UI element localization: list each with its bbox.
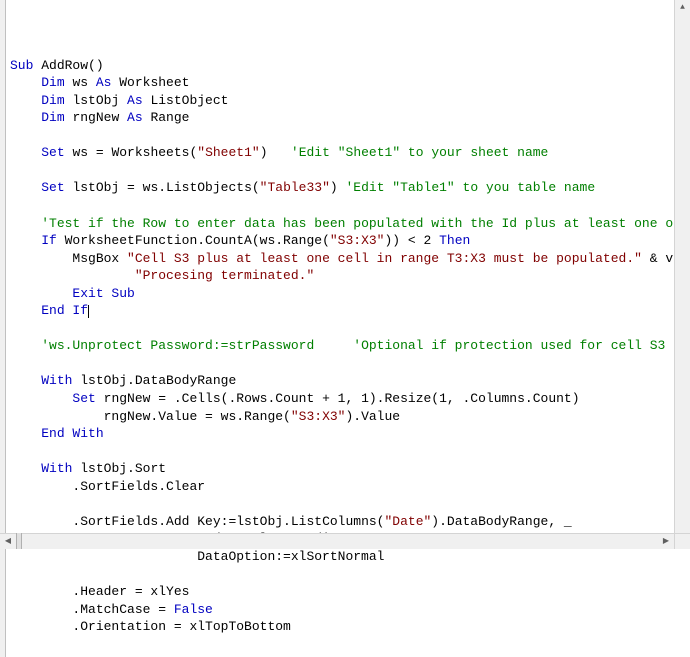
token-id: lstObj = ws.ListObjects( bbox=[72, 180, 259, 195]
token-kw: Sub bbox=[10, 58, 41, 73]
code-line[interactable]: With lstObj.DataBodyRange bbox=[10, 372, 688, 390]
code-line[interactable]: .Orientation = xlTopToBottom bbox=[10, 618, 688, 636]
code-line[interactable]: End With bbox=[10, 425, 688, 443]
token-kw: As bbox=[96, 75, 119, 90]
token-kw: Dim bbox=[41, 93, 72, 108]
code-line[interactable]: Dim rngNew As Range bbox=[10, 109, 688, 127]
token-kw: If bbox=[41, 233, 64, 248]
code-line[interactable]: .SortFields.Add Key:=lstObj.ListColumns(… bbox=[10, 513, 688, 531]
token-str: "S3:X3" bbox=[291, 409, 346, 424]
code-line[interactable]: Dim lstObj As ListObject bbox=[10, 92, 688, 110]
token-cmt: 'Test if the Row to enter data has been … bbox=[41, 216, 673, 231]
token-id: WorksheetFunction.CountA(ws.Range( bbox=[65, 233, 330, 248]
token-id: ) bbox=[330, 180, 346, 195]
scroll-left-icon[interactable]: ◀ bbox=[0, 534, 16, 550]
token-str: "Table33" bbox=[260, 180, 330, 195]
token-cmt: 'Edit "Sheet1" to your sheet name bbox=[291, 145, 548, 160]
vertical-scrollbar[interactable]: ▲ bbox=[674, 0, 690, 533]
token-id: rngNew bbox=[72, 110, 127, 125]
token-kw: End If bbox=[41, 303, 88, 318]
token-kw: Set bbox=[72, 391, 103, 406]
token-kw: End With bbox=[41, 426, 103, 441]
token-str: "Procesing terminated." bbox=[135, 268, 314, 283]
editor-left-margin bbox=[0, 0, 6, 657]
code-line[interactable]: Exit Sub bbox=[10, 285, 688, 303]
token-id: .Header = xlYes bbox=[72, 584, 189, 599]
code-line[interactable]: Dim ws As Worksheet bbox=[10, 74, 688, 92]
code-line[interactable]: .SortFields.Clear bbox=[10, 478, 688, 496]
token-kw: With bbox=[41, 373, 80, 388]
text-caret bbox=[88, 305, 89, 318]
code-line[interactable]: 'ws.Unprotect Password:=strPassword 'Opt… bbox=[10, 337, 688, 355]
code-line[interactable] bbox=[10, 320, 688, 338]
token-id: & v bbox=[642, 251, 673, 266]
code-line[interactable]: If WorksheetFunction.CountA(ws.Range("S3… bbox=[10, 232, 688, 250]
code-line[interactable]: DataOption:=xlSortNormal bbox=[10, 548, 688, 566]
code-line[interactable]: "Procesing terminated." bbox=[10, 267, 688, 285]
code-line[interactable]: 'Test if the Row to enter data has been … bbox=[10, 215, 688, 233]
token-kw: With bbox=[41, 461, 80, 476]
code-line[interactable]: Set ws = Worksheets("Sheet1") 'Edit "She… bbox=[10, 144, 688, 162]
token-id: ws bbox=[72, 75, 95, 90]
token-id: rngNew = .Cells(.Rows.Count + 1, 1).Resi… bbox=[104, 391, 580, 406]
token-id: lstObj bbox=[72, 93, 127, 108]
code-line[interactable]: Set rngNew = .Cells(.Rows.Count + 1, 1).… bbox=[10, 390, 688, 408]
token-id: Worksheet bbox=[119, 75, 189, 90]
code-line[interactable]: With lstObj.Sort bbox=[10, 460, 688, 478]
token-kw: False bbox=[174, 602, 213, 617]
code-line[interactable]: End If bbox=[10, 302, 688, 320]
token-str: "Date" bbox=[384, 514, 431, 529]
token-kw: Then bbox=[439, 233, 470, 248]
horizontal-scrollbar[interactable]: ◀ ▶ bbox=[0, 533, 674, 549]
token-id: MsgBox bbox=[72, 251, 127, 266]
code-line[interactable]: .Header = xlYes bbox=[10, 583, 688, 601]
code-line[interactable] bbox=[10, 127, 688, 145]
code-line[interactable]: Sub AddRow() bbox=[10, 57, 688, 75]
token-str: "Cell S3 plus at least one cell in range… bbox=[127, 251, 642, 266]
token-id: ).DataBodyRange, _ bbox=[431, 514, 571, 529]
code-line[interactable] bbox=[10, 495, 688, 513]
token-cmt: 'ws.Unprotect Password:=strPassword 'Opt… bbox=[41, 338, 665, 353]
token-id: .MatchCase = bbox=[72, 602, 173, 617]
code-line[interactable]: Set lstObj = ws.ListObjects("Table33") '… bbox=[10, 179, 688, 197]
token-id: .SortFields.Clear bbox=[72, 479, 205, 494]
code-line[interactable] bbox=[10, 566, 688, 584]
code-line[interactable] bbox=[10, 355, 688, 373]
token-kw: Set bbox=[41, 180, 72, 195]
token-id: lstObj.DataBodyRange bbox=[80, 373, 236, 388]
scroll-right-icon[interactable]: ▶ bbox=[658, 534, 674, 550]
split-handle[interactable] bbox=[16, 533, 22, 549]
token-cmt: 'Edit "Table1" to you table name bbox=[346, 180, 596, 195]
code-editor[interactable]: Sub AddRow() Dim ws As Worksheet Dim lst… bbox=[0, 0, 690, 657]
token-id: ListObject bbox=[150, 93, 228, 108]
token-id: rngNew.Value = ws.Range( bbox=[104, 409, 291, 424]
token-id: ws = Worksheets( bbox=[72, 145, 197, 160]
token-id: .SortFields.Add Key:=lstObj.ListColumns( bbox=[72, 514, 384, 529]
code-line[interactable] bbox=[10, 443, 688, 461]
code-line[interactable]: rngNew.Value = ws.Range("S3:X3").Value bbox=[10, 408, 688, 426]
code-line[interactable]: MsgBox "Cell S3 plus at least one cell i… bbox=[10, 250, 688, 268]
token-id: .Orientation = xlTopToBottom bbox=[72, 619, 290, 634]
token-id: lstObj.Sort bbox=[80, 461, 166, 476]
scroll-up-icon[interactable]: ▲ bbox=[675, 0, 690, 16]
code-line[interactable] bbox=[10, 197, 688, 215]
token-id: AddRow() bbox=[41, 58, 103, 73]
code-line[interactable]: .MatchCase = False bbox=[10, 601, 688, 619]
code-line[interactable] bbox=[10, 162, 688, 180]
token-id: Range bbox=[150, 110, 189, 125]
token-str: "Sheet1" bbox=[197, 145, 259, 160]
token-kw: As bbox=[127, 93, 150, 108]
token-id: )) < 2 bbox=[384, 233, 439, 248]
token-kw: Exit Sub bbox=[72, 286, 134, 301]
token-kw: Dim bbox=[41, 110, 72, 125]
token-str: "S3:X3" bbox=[330, 233, 385, 248]
token-kw: Set bbox=[41, 145, 72, 160]
token-id: DataOption:=xlSortNormal bbox=[197, 549, 384, 564]
token-id: ).Value bbox=[345, 409, 400, 424]
token-kw: As bbox=[127, 110, 150, 125]
token-kw: Dim bbox=[41, 75, 72, 90]
token-id: ) bbox=[260, 145, 291, 160]
scrollbar-corner bbox=[674, 533, 690, 549]
